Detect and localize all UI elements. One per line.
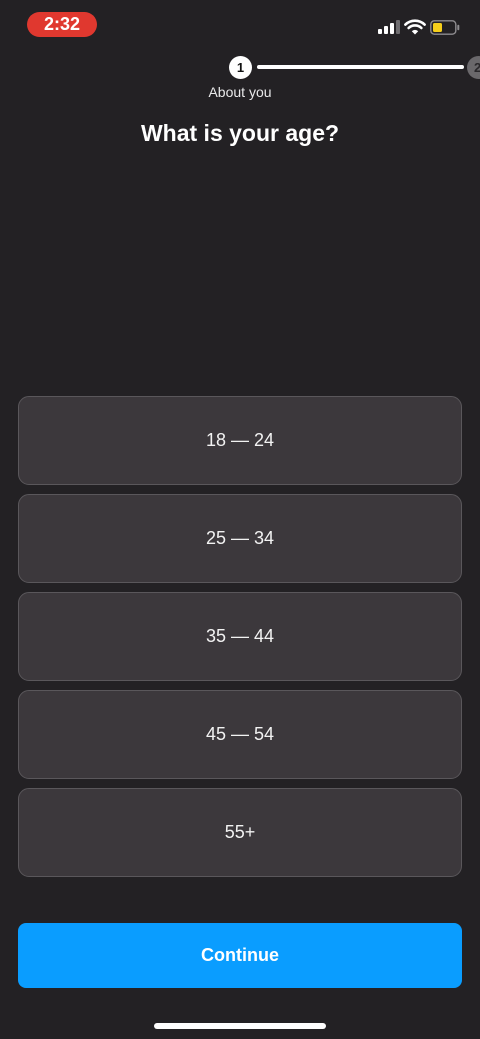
home-indicator[interactable] [154, 1023, 326, 1029]
age-options: 18 — 24 25 — 34 35 — 44 45 — 54 55+ [18, 396, 462, 886]
battery-icon [430, 20, 460, 35]
option-label: 18 — 24 [205, 430, 275, 450]
age-option-18-24[interactable]: 18 — 24 [18, 396, 462, 485]
step-indicator-2: 2 [467, 56, 480, 79]
continue-button[interactable]: Continue [18, 923, 462, 988]
status-time: 2:32 [27, 12, 97, 37]
wifi-icon [404, 19, 426, 35]
option-label: 35 — 44 [205, 626, 275, 646]
option-label: 25 — 34 [205, 528, 275, 548]
age-option-35-44[interactable]: 35 — 44 [18, 592, 462, 681]
signal-icon [378, 20, 400, 34]
step-label: About you [208, 84, 272, 100]
option-label: 45 — 54 [205, 724, 275, 744]
option-label: 55+ [224, 822, 256, 842]
age-option-45-54[interactable]: 45 — 54 [18, 690, 462, 779]
age-option-25-34[interactable]: 25 — 34 [18, 494, 462, 583]
step-indicator-1: 1 [229, 56, 252, 79]
question-title: What is your age? [140, 120, 340, 146]
age-option-55-plus[interactable]: 55+ [18, 788, 462, 877]
progress-stepper: 1 2 About you [0, 54, 480, 104]
status-bar: 2:32 [0, 0, 480, 46]
step-progress-line [257, 65, 464, 69]
